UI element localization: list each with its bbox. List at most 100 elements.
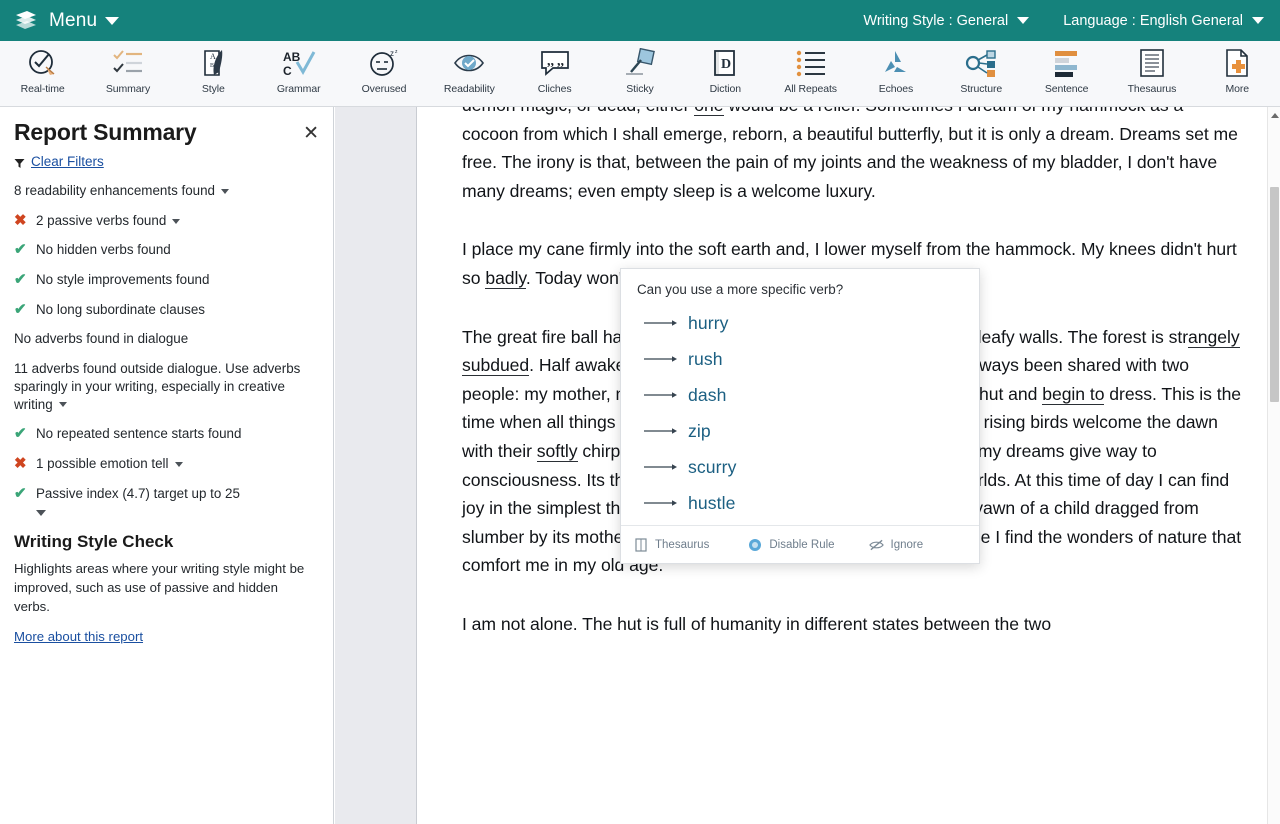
- suggestion-item[interactable]: hustle: [621, 485, 979, 521]
- suggestion-item[interactable]: scurry: [621, 449, 979, 485]
- report-stat-row: ✔ No hidden verbs found: [14, 241, 315, 259]
- suggestion-item[interactable]: rush: [621, 341, 979, 377]
- overused-sleepy-face-icon: zz: [365, 46, 403, 80]
- report-stat-row: ✔ No long subordinate clauses: [14, 301, 315, 319]
- ribbon-item-summary[interactable]: Summary: [85, 41, 170, 106]
- para-4[interactable]: I am not alone. The hut is full of human…: [462, 610, 1242, 639]
- ribbon-item-label: Readability: [443, 83, 495, 95]
- suggestion-list: hurry rush dash zip scurry hustle: [621, 305, 979, 521]
- suggestion-word: scurry: [688, 456, 737, 477]
- ribbon-item-label: Structure: [960, 83, 1003, 95]
- ribbon-item-sticky[interactable]: Sticky: [597, 41, 682, 106]
- ribbon-item-real-time[interactable]: Real-time: [0, 41, 85, 106]
- para-1[interactable]: demon magic, or dead, either one would b…: [462, 107, 1242, 205]
- ribbon-item-label: Grammar: [276, 83, 321, 95]
- all-repeats-list-icon: [792, 46, 830, 80]
- report-stat-label: No style improvements found: [36, 272, 210, 288]
- chevron-down-icon[interactable]: [105, 16, 120, 25]
- popup-action-label: Ignore: [890, 538, 924, 551]
- menu-button-label[interactable]: Menu: [49, 10, 97, 32]
- writing-style-label: Writing Style : General: [863, 12, 1009, 29]
- writing-style-selector[interactable]: Writing Style : General: [863, 12, 1030, 29]
- document-text-span: I place my cane fir: [462, 239, 604, 260]
- report-stat-label: No hidden verbs found: [36, 242, 171, 258]
- suggestion-word: hurry: [688, 312, 729, 333]
- suggestion-popup[interactable]: Can you use a more specific verb? hurry r…: [620, 268, 980, 564]
- ribbon-item-diction[interactable]: D Diction: [683, 41, 768, 106]
- ribbon-item-sentence[interactable]: Sentence: [1024, 41, 1109, 106]
- ribbon-item-style[interactable]: A B Style: [171, 41, 256, 106]
- scroll-up-caret-icon[interactable]: [1271, 113, 1279, 118]
- suggestion-item[interactable]: zip: [621, 413, 979, 449]
- chevron-down-icon[interactable]: [172, 218, 181, 224]
- popup-action-thesaurus[interactable]: Thesaurus: [633, 537, 709, 552]
- thesaurus-pages-icon: [1133, 46, 1171, 80]
- report-stat-row[interactable]: ✖ 2 passive verbs found: [14, 212, 315, 230]
- structure-network-icon: [962, 46, 1000, 80]
- report-stat-row[interactable]: 8 readability enhancements found: [14, 182, 315, 200]
- report-stat-row[interactable]: 11 adverbs found outside dialogue. Use a…: [14, 360, 315, 413]
- chevron-down-icon[interactable]: [174, 461, 183, 467]
- suggestion-item[interactable]: dash: [621, 377, 979, 413]
- style-quill-page-icon: AB: [194, 46, 232, 80]
- popup-action-disable-rule[interactable]: Disable Rule: [747, 537, 835, 552]
- ribbon-item-label: Sentence: [1044, 83, 1089, 95]
- arrow-right-icon: [644, 498, 688, 508]
- popup-action-ignore[interactable]: Ignore: [868, 537, 924, 552]
- top-bar: Menu Writing Style : General Language : …: [0, 0, 1280, 41]
- document-vertical-scrollbar[interactable]: [1267, 107, 1280, 824]
- report-stat-label: 2 passive verbs found: [36, 212, 167, 228]
- readability-eye-check-icon: [450, 46, 488, 80]
- report-stat-row: No adverbs found in dialogue: [14, 330, 315, 348]
- ribbon-item-all-repeats[interactable]: All Repeats: [768, 41, 853, 106]
- svg-text:z: z: [395, 49, 398, 55]
- ribbon-item-label: Thesaurus: [1127, 83, 1177, 95]
- report-stat-label: No adverbs found in dialogue: [14, 331, 189, 347]
- report-stat-label: No long subordinate clauses: [36, 301, 205, 317]
- svg-text:,,: ,,: [557, 54, 564, 69]
- check-icon: ✔: [14, 300, 27, 318]
- ribbon-item-label: Overused: [361, 83, 407, 95]
- sticky-glue-icon: [621, 46, 659, 80]
- report-stat-row[interactable]: ✖ 1 possible emotion tell: [14, 455, 315, 473]
- ribbon-toolbar: Real-time Summary A B Style AB C Grammar z z Overu…: [0, 41, 1280, 107]
- arrow-right-icon: [644, 426, 688, 436]
- echoes-recycle-icon: [877, 46, 915, 80]
- suggestion-word: dash: [688, 384, 727, 405]
- suggestion-popup-footer: Thesaurus Disable Rule Ignore: [621, 525, 979, 563]
- chevron-down-icon[interactable]: [221, 188, 229, 194]
- ribbon-item-readability[interactable]: Readability: [427, 41, 512, 106]
- ribbon-item-echoes[interactable]: Echoes: [853, 41, 938, 106]
- report-stat-text: No long subordinate clauses: [36, 301, 205, 319]
- scrollbar-thumb[interactable]: [1270, 187, 1279, 402]
- report-stat-text: No hidden verbs found: [36, 241, 171, 259]
- language-label: Language : English General: [1063, 12, 1243, 29]
- clear-filters-row: Clear Filters: [14, 154, 315, 169]
- report-stat-label: 8 readability enhancements found: [14, 183, 215, 198]
- ribbon-item-grammar[interactable]: AB C Grammar: [256, 41, 341, 106]
- document-text-span: I am not alone. The hut is full of human…: [462, 613, 1052, 634]
- chevron-down-icon[interactable]: [1017, 17, 1030, 24]
- ribbon-item-structure[interactable]: Structure: [939, 41, 1024, 106]
- filter-funnel-icon: [14, 156, 25, 168]
- suggestion-item[interactable]: hurry: [621, 305, 979, 341]
- grammar-underline-span: begin to: [1042, 383, 1105, 405]
- check-icon: ✔: [14, 241, 27, 259]
- ribbon-item-cliches[interactable]: ,,,, Cliches: [512, 41, 597, 106]
- occluded-text-span: en shared with two: [1043, 355, 1189, 376]
- report-stat-text: 11 adverbs found outside dialogue. Use a…: [14, 360, 315, 413]
- expand-more-chevron-icon[interactable]: [36, 510, 46, 517]
- occluded-text-span: . My knees didn': [1071, 239, 1197, 260]
- chevron-down-icon[interactable]: [1252, 17, 1264, 24]
- ribbon-item-more[interactable]: More: [1195, 41, 1280, 106]
- close-icon[interactable]: ✕: [303, 124, 319, 143]
- chevron-down-icon[interactable]: [58, 402, 67, 408]
- report-summary-panel: ✕ Report Summary Clear Filters 8 readabi…: [0, 107, 334, 824]
- svg-text:D: D: [721, 57, 731, 72]
- document-left-margin: [335, 107, 417, 824]
- ribbon-item-overused[interactable]: z z Overused: [341, 41, 426, 106]
- language-selector[interactable]: Language : English General: [1063, 13, 1264, 29]
- clear-filters-link[interactable]: Clear Filters: [31, 154, 104, 169]
- ribbon-item-thesaurus[interactable]: Thesaurus: [1109, 41, 1194, 106]
- more-about-report-link[interactable]: More about this report: [14, 629, 143, 644]
